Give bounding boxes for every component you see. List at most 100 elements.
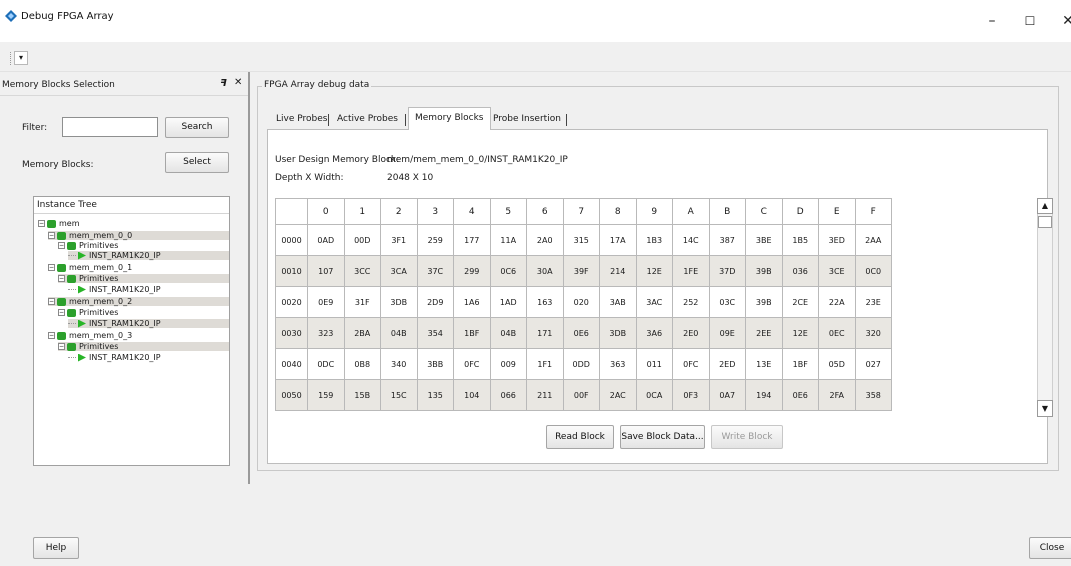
table-cell[interactable]: 0C0 <box>854 255 892 287</box>
table-cell[interactable]: 37D <box>708 255 746 287</box>
tree-expand-icon[interactable]: − <box>38 220 45 227</box>
table-cell[interactable]: 2A0 <box>526 224 564 256</box>
table-cell[interactable]: 2FA <box>818 379 856 411</box>
panel-splitter[interactable] <box>248 72 250 484</box>
table-cell[interactable]: 177 <box>453 224 491 256</box>
tree-node-inst-ram[interactable]: INST_RAM1K20_IP <box>68 319 229 328</box>
table-cell[interactable]: 23E <box>854 286 892 318</box>
table-cell[interactable]: 1FE <box>672 255 710 287</box>
table-cell[interactable]: 0CA <box>635 379 673 411</box>
table-cell[interactable]: 3F1 <box>380 224 418 256</box>
table-cell[interactable]: 3DB <box>380 286 418 318</box>
table-cell[interactable]: 340 <box>380 348 418 380</box>
tab-probe-insertion[interactable]: Probe Insertion <box>487 110 567 129</box>
table-cell[interactable]: 299 <box>453 255 491 287</box>
table-cell[interactable]: 2BA <box>343 317 381 349</box>
table-cell[interactable]: 009 <box>489 348 527 380</box>
table-cell[interactable]: 39F <box>562 255 600 287</box>
table-cell[interactable]: 30A <box>526 255 564 287</box>
table-cell[interactable]: 358 <box>854 379 892 411</box>
tree-node-primitives[interactable]: − Primitives <box>58 241 118 250</box>
tree-expand-icon[interactable]: − <box>58 343 65 350</box>
table-cell[interactable]: 320 <box>854 317 892 349</box>
table-cell[interactable]: 259 <box>416 224 454 256</box>
tree-node-inst-ram[interactable]: INST_RAM1K20_IP <box>68 353 161 362</box>
table-cell[interactable]: 036 <box>781 255 819 287</box>
float-icon[interactable]: ꟻ <box>220 78 227 89</box>
table-cell[interactable]: 2AA <box>854 224 892 256</box>
table-cell[interactable]: 1A6 <box>453 286 491 318</box>
tab-memory-blocks[interactable]: Memory Blocks <box>408 107 491 130</box>
table-cell[interactable]: 387 <box>708 224 746 256</box>
tree-node-primitives[interactable]: − Primitives <box>58 342 229 351</box>
table-cell[interactable]: 0EC <box>818 317 856 349</box>
table-cell[interactable]: 3AB <box>599 286 637 318</box>
table-cell[interactable]: 3CC <box>343 255 381 287</box>
table-cell[interactable]: 2CE <box>781 286 819 318</box>
table-cell[interactable]: 315 <box>562 224 600 256</box>
table-cell[interactable]: 2E0 <box>672 317 710 349</box>
table-cell[interactable]: 17A <box>599 224 637 256</box>
tree-expand-icon[interactable]: − <box>58 275 65 282</box>
table-cell[interactable]: 0E6 <box>781 379 819 411</box>
toolbar-menu-icon[interactable]: ▾ <box>14 51 28 65</box>
tree-node-mem-mem-0-2[interactable]: − mem_mem_0_2 <box>48 297 229 306</box>
close-icon[interactable]: ✕ <box>234 77 242 88</box>
table-cell[interactable]: 04B <box>380 317 418 349</box>
memory-table[interactable]: 0 1 2 3 4 5 6 7 8 9 A B C D E F 0000 0AD… <box>275 198 892 411</box>
table-cell[interactable]: 03C <box>708 286 746 318</box>
table-cell[interactable]: 0DC <box>307 348 345 380</box>
help-button[interactable]: Help <box>33 537 79 559</box>
table-cell[interactable]: 0FC <box>453 348 491 380</box>
tree-node-mem-mem-0-1[interactable]: − mem_mem_0_1 <box>48 263 132 272</box>
table-cell[interactable]: 1B5 <box>781 224 819 256</box>
tree-node-inst-ram[interactable]: INST_RAM1K20_IP <box>68 285 161 294</box>
table-cell[interactable]: 0DD <box>562 348 600 380</box>
table-cell[interactable]: 163 <box>526 286 564 318</box>
table-cell[interactable]: 15C <box>380 379 418 411</box>
table-cell[interactable]: 214 <box>599 255 637 287</box>
table-cell[interactable]: 252 <box>672 286 710 318</box>
filter-input[interactable] <box>62 117 158 137</box>
tree-expand-icon[interactable]: − <box>48 298 55 305</box>
close-button[interactable]: Close <box>1029 537 1071 559</box>
table-cell[interactable]: 323 <box>307 317 345 349</box>
scroll-down-icon[interactable]: ▼ <box>1037 400 1053 417</box>
toolbar-grip-icon[interactable] <box>10 52 12 65</box>
tree-node-mem[interactable]: − mem <box>38 219 80 228</box>
read-block-button[interactable]: Read Block <box>546 425 614 449</box>
table-cell[interactable]: 22A <box>818 286 856 318</box>
table-cell[interactable]: 15B <box>343 379 381 411</box>
save-block-data-button[interactable]: Save Block Data... <box>620 425 705 449</box>
table-cell[interactable]: 12E <box>781 317 819 349</box>
table-cell[interactable]: 1BF <box>453 317 491 349</box>
table-cell[interactable]: 194 <box>745 379 783 411</box>
tree-expand-icon[interactable]: − <box>48 264 55 271</box>
tree-node-inst-ram[interactable]: INST_RAM1K20_IP <box>68 251 229 260</box>
table-cell[interactable]: 1BF <box>781 348 819 380</box>
table-cell[interactable]: 020 <box>562 286 600 318</box>
table-cell[interactable]: 066 <box>489 379 527 411</box>
table-cell[interactable]: 159 <box>307 379 345 411</box>
table-cell[interactable]: 1AD <box>489 286 527 318</box>
tree-expand-icon[interactable]: − <box>58 242 65 249</box>
table-cell[interactable]: 0FC <box>672 348 710 380</box>
table-cell[interactable]: 027 <box>854 348 892 380</box>
table-cell[interactable]: 0B8 <box>343 348 381 380</box>
table-cell[interactable]: 3BB <box>416 348 454 380</box>
table-cell[interactable]: 0E9 <box>307 286 345 318</box>
table-cell[interactable]: 12E <box>635 255 673 287</box>
tree-node-primitives[interactable]: − Primitives <box>58 274 229 283</box>
table-cell[interactable]: 211 <box>526 379 564 411</box>
table-cell[interactable]: 2EE <box>745 317 783 349</box>
tab-live-probes[interactable]: Live Probes <box>270 110 333 129</box>
table-cell[interactable]: 31F <box>343 286 381 318</box>
scroll-up-icon[interactable]: ▲ <box>1037 198 1053 214</box>
table-cell[interactable]: 135 <box>416 379 454 411</box>
tree-expand-icon[interactable]: − <box>48 232 55 239</box>
select-button[interactable]: Select <box>165 152 229 173</box>
table-cell[interactable]: 107 <box>307 255 345 287</box>
vertical-scrollbar[interactable] <box>1037 198 1053 417</box>
table-cell[interactable]: 0E6 <box>562 317 600 349</box>
table-cell[interactable]: 04B <box>489 317 527 349</box>
